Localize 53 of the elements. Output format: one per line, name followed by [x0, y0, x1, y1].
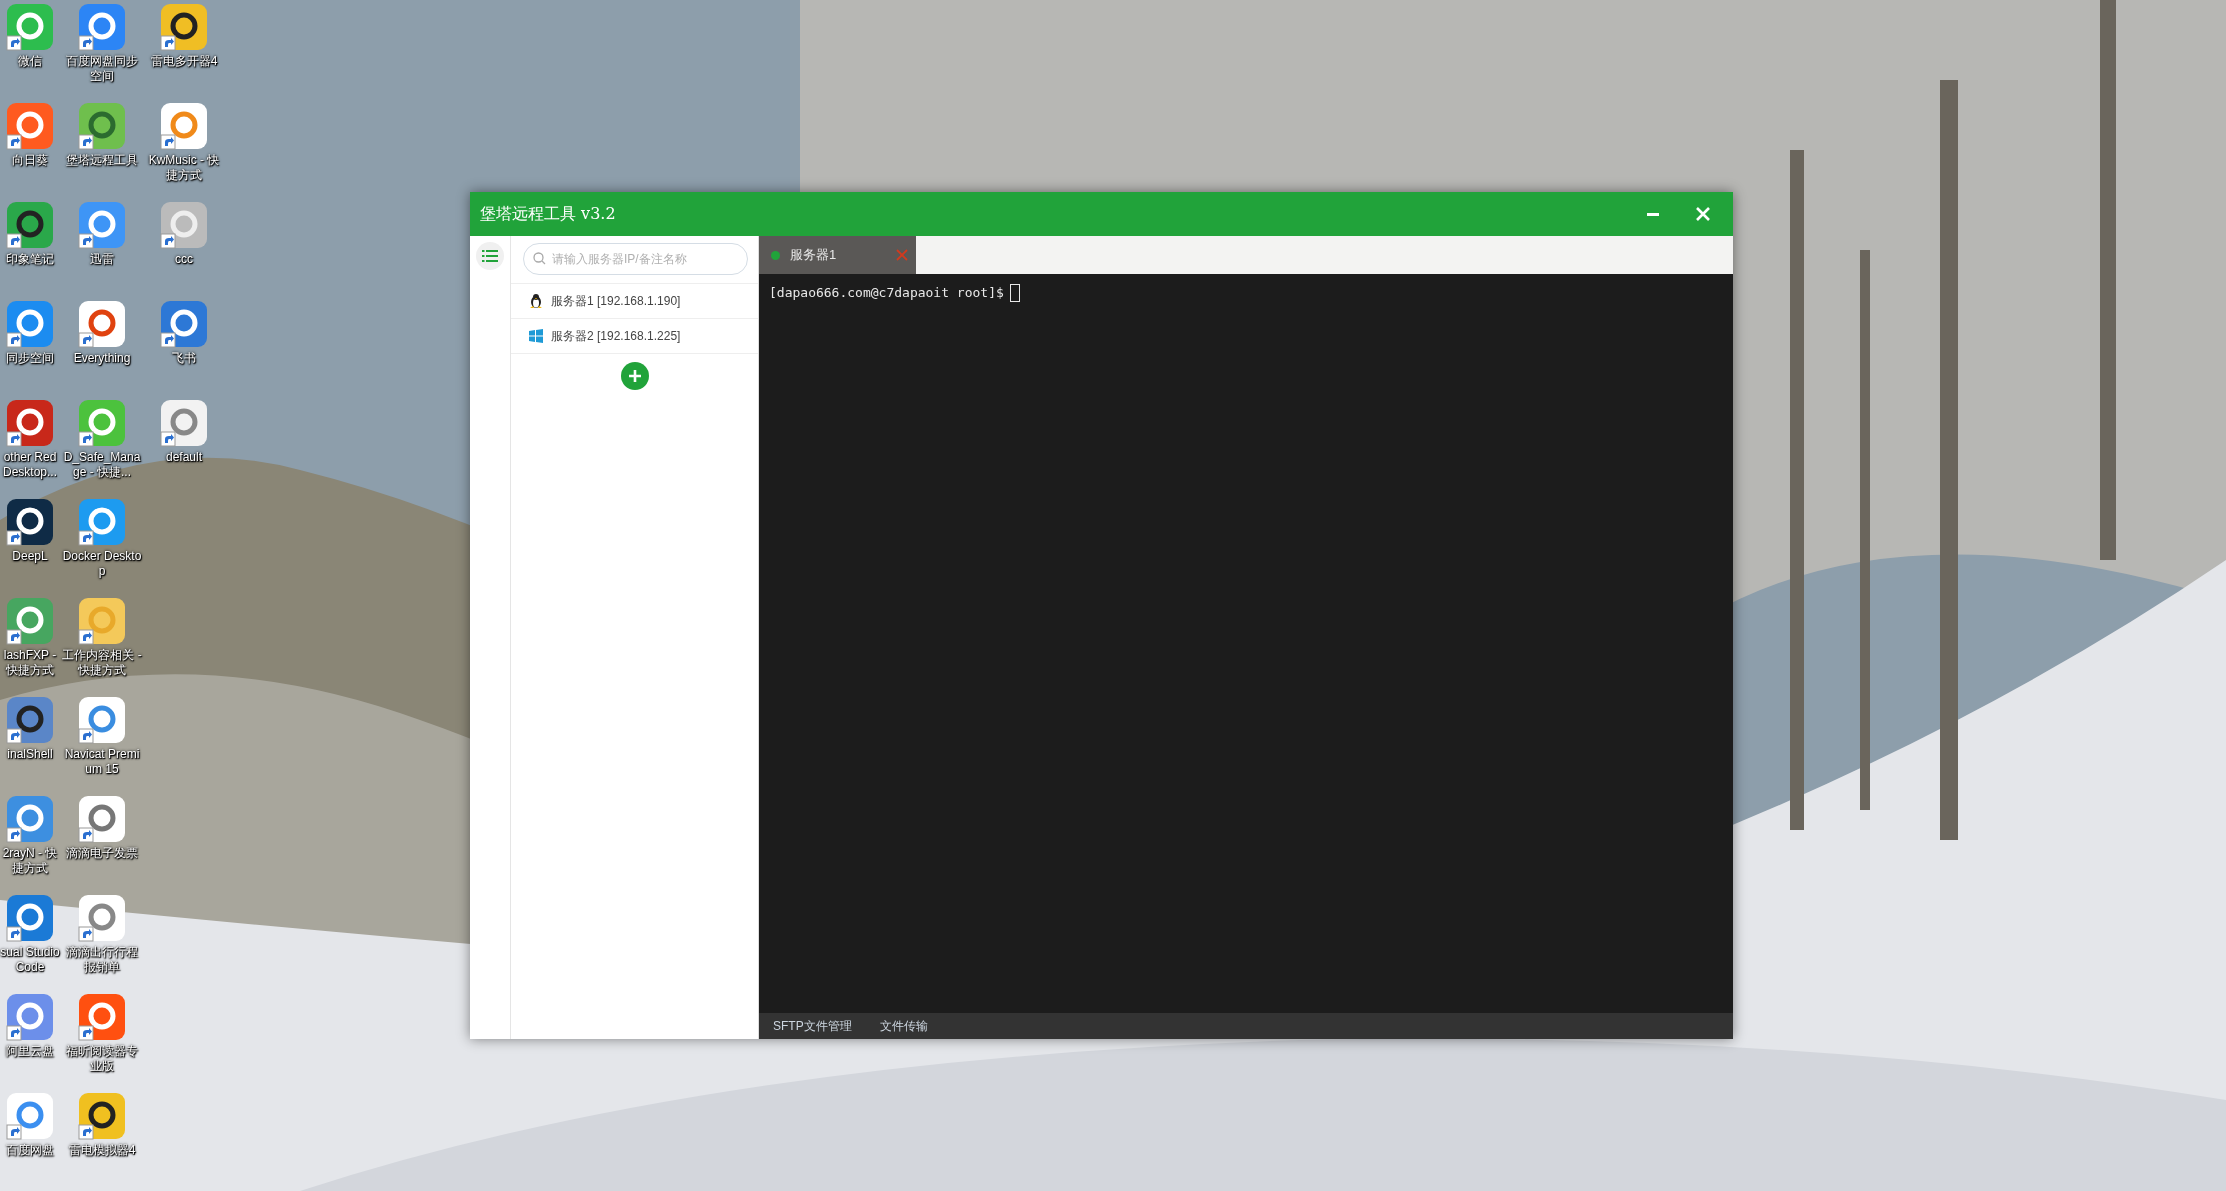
shortcut-label: Everything — [73, 351, 131, 366]
shortcut-label: 印象笔记 — [6, 252, 54, 267]
terminal-cursor — [1009, 284, 1020, 302]
shortcut-label: Docker Desktop — [62, 549, 142, 579]
shortcut-label: 滴滴电子发票 — [66, 846, 138, 861]
shortcut-label: 向日葵 — [12, 153, 48, 168]
app-shortcut-icon[interactable] — [5, 200, 55, 250]
menu-icon — [482, 249, 498, 263]
app-shortcut-icon[interactable] — [77, 101, 127, 151]
server-list-item[interactable]: 服务器1 [192.168.1.190] — [511, 283, 758, 318]
shortcut-label: KwMusic - 快捷方式 — [147, 153, 221, 183]
search-field[interactable]: 请输入服务器IP/备注名称 — [523, 243, 748, 275]
shortcut-label: 福昕阅读器专业版 — [64, 1044, 140, 1074]
shortcut-label: default — [166, 450, 202, 465]
search-icon — [533, 252, 546, 265]
shortcut-label: D_Safe_Manage - 快捷... — [62, 450, 142, 480]
windows-logo-icon — [529, 329, 543, 343]
shortcut-label: Navicat Premium 15 — [63, 747, 141, 777]
app-shortcut-icon[interactable] — [5, 497, 55, 547]
shortcut-label: lashFXP - 快捷方式 — [2, 648, 58, 678]
shortcut-label: ccc — [175, 252, 193, 267]
shortcut-label: 雷电模拟器4 — [68, 1143, 136, 1158]
minimize-icon — [1647, 212, 1659, 216]
window-title: 堡塔远程工具 v3.2 — [480, 203, 617, 225]
penguin-icon — [529, 293, 543, 309]
app-shortcut-icon[interactable] — [77, 1091, 127, 1141]
server-list-item[interactable]: 服务器2 [192.168.1.225] — [511, 318, 758, 354]
menu-button[interactable] — [476, 242, 504, 270]
shortcut-label: 百度网盘同步空间 — [65, 54, 139, 84]
plus-icon — [627, 369, 642, 383]
shortcut-label: inalShell — [7, 747, 53, 762]
shortcut-label: 堡塔远程工具 — [66, 153, 138, 168]
close-icon — [1695, 206, 1711, 222]
shortcut-label: 飞书 — [172, 351, 196, 366]
shortcut-label: 迅雷 — [90, 252, 114, 267]
shortcut-label: sual Studio Code — [0, 945, 60, 975]
terminal-tab[interactable]: 服务器1 — [759, 236, 916, 274]
shortcut-label: 雷电多开器4 — [150, 54, 218, 69]
bottom-link[interactable]: 文件传输 — [879, 1017, 928, 1035]
shortcut-label: 滴滴出行行程报销单 — [65, 945, 140, 975]
shortcut-label: 工作内容相关 - 快捷方式 — [62, 648, 142, 678]
shortcut-label: DeepL — [12, 549, 48, 564]
shortcut-label: 2rayN - 快捷方式 — [1, 846, 59, 876]
app-shortcut-icon[interactable] — [159, 2, 209, 52]
shortcut-label: other Red Desktop... — [2, 450, 58, 480]
app-shortcut-icon[interactable] — [5, 695, 55, 745]
shortcut-label: 同步空间 — [6, 351, 54, 366]
shortcut-label: 微信 — [18, 54, 42, 69]
bottom-link[interactable]: SFTP文件管理 — [773, 1017, 852, 1035]
terminal-prompt: [dapao666.com@c7dapaoit root]$ — [769, 284, 1004, 302]
shortcut-label: 百度网盘 — [6, 1143, 54, 1158]
shortcut-label: 阿里云盘 — [6, 1044, 54, 1059]
add-server-button[interactable] — [620, 362, 649, 390]
